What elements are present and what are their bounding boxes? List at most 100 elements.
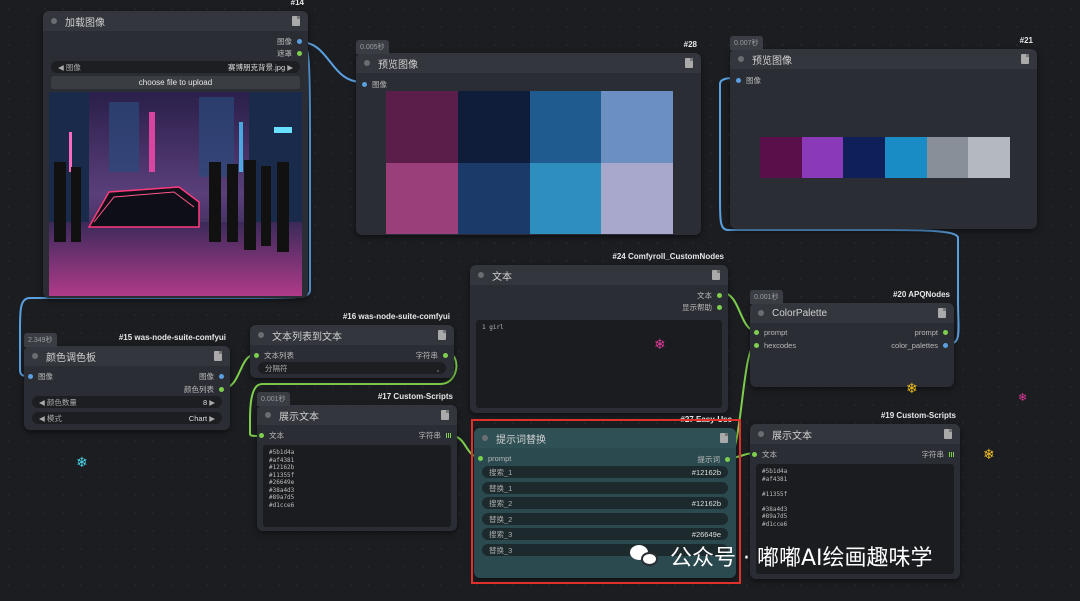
input-text[interactable]: 文本: [259, 430, 284, 441]
output-pin[interactable]: [219, 387, 224, 392]
node-title-bar[interactable]: 文本列表到文本: [250, 325, 454, 345]
output-pin[interactable]: [717, 305, 722, 310]
color-count-stepper[interactable]: ◀ 颜色数量 8 ▶: [32, 396, 222, 408]
watermark-text: 公众号 · 嘟嘟AI绘画趣味学: [670, 546, 933, 571]
preview-image-node-21[interactable]: 0.007秒 #21 预览图像 图像: [730, 36, 1037, 229]
node-title-bar[interactable]: ColorPalette: [750, 303, 954, 323]
collapse-dot[interactable]: [32, 353, 38, 359]
color-palette-node-15[interactable]: 2.349秒 #15 was-node-suite-comfyui 颜色调色板 …: [24, 333, 230, 430]
load-image-node[interactable]: #14 加载图像 图像 遮罩 ◀ 图像 赛博朋克背景.jpg ▶ choose …: [43, 0, 308, 298]
image-select[interactable]: ◀ 图像 赛博朋克背景.jpg ▶: [51, 61, 300, 73]
color-swatch: [457, 162, 530, 234]
node-title: 展示文本: [279, 411, 319, 423]
color-swatch: [760, 137, 802, 178]
input-image[interactable]: 图像: [736, 75, 761, 86]
input-prompt[interactable]: prompt: [754, 328, 787, 337]
document-icon[interactable]: [441, 410, 449, 420]
output-color-list[interactable]: 颜色列表: [184, 384, 224, 395]
input-pin[interactable]: [28, 374, 33, 379]
node-title-bar[interactable]: 文本: [470, 265, 728, 285]
document-icon[interactable]: [938, 308, 946, 318]
input-pin[interactable]: [259, 433, 264, 438]
collapse-dot[interactable]: [265, 412, 271, 418]
output-string[interactable]: 字符串: [419, 430, 451, 441]
collapse-dot[interactable]: [478, 272, 484, 278]
output-pin[interactable]: [446, 433, 451, 438]
snowflake-icon: ❄: [654, 336, 666, 352]
document-icon[interactable]: [214, 351, 222, 361]
text-input-area[interactable]: 1 girl: [476, 320, 722, 408]
output-image[interactable]: 图像: [199, 371, 224, 382]
node-title-bar[interactable]: 颜色调色板: [24, 346, 230, 366]
node-title: 展示文本: [772, 430, 812, 442]
node-id: #24 Comfyroll_CustomNodes: [612, 252, 724, 261]
collapse-dot[interactable]: [738, 56, 744, 62]
mode-select[interactable]: ◀ 模式 Chart ▶: [32, 412, 222, 424]
exec-timer: 0.001秒: [257, 392, 290, 406]
input-text[interactable]: 文本: [752, 449, 777, 460]
node-id: #16 was-node-suite-comfyui: [342, 312, 450, 321]
input-image[interactable]: 图像: [362, 79, 387, 90]
output-pin[interactable]: [717, 293, 722, 298]
input-pin[interactable]: [754, 343, 759, 348]
input-pin[interactable]: [752, 452, 757, 457]
output-pin[interactable]: [219, 374, 224, 379]
show-text-node-17[interactable]: 0.001秒 #17 Custom-Scripts 展示文本 文本 字符串 #5…: [257, 392, 457, 531]
color-swatch: [968, 137, 1010, 178]
input-pin[interactable]: [254, 353, 259, 358]
output-pin[interactable]: [443, 353, 448, 358]
node-title-bar[interactable]: 预览图像: [730, 49, 1037, 69]
node-title-bar[interactable]: 加载图像: [43, 11, 308, 31]
output-string[interactable]: 字符串: [416, 350, 448, 361]
document-icon[interactable]: [1021, 54, 1029, 64]
output-mask[interactable]: 遮罩: [277, 48, 302, 59]
output-pin[interactable]: [943, 343, 948, 348]
text-node-24[interactable]: #24 Comfyroll_CustomNodes 文本 文本 显示帮助 1 g…: [470, 252, 728, 413]
input-text-list[interactable]: 文本列表: [254, 350, 294, 361]
input-pin[interactable]: [736, 78, 741, 83]
output-string[interactable]: 字符串: [922, 449, 954, 460]
color-swatch: [529, 162, 602, 234]
input-hexcodes[interactable]: hexcodes: [754, 341, 796, 350]
text-display: #5b1d4a #af4381 #12162b #11355f #26649e …: [263, 445, 451, 527]
output-image[interactable]: 图像: [277, 36, 302, 47]
text-list-to-text-node-16[interactable]: #16 was-node-suite-comfyui 文本列表到文本 文本列表 …: [250, 312, 454, 378]
output-show-help[interactable]: 显示帮助: [682, 302, 722, 313]
color-swatch: [926, 137, 969, 178]
node-id: #20 APQNodes: [892, 290, 950, 299]
document-icon[interactable]: [712, 270, 720, 280]
document-icon[interactable]: [292, 16, 300, 26]
wechat-icon: [630, 543, 660, 569]
output-text[interactable]: 文本: [697, 290, 722, 301]
upload-button[interactable]: choose file to upload: [51, 76, 300, 89]
color-swatch: [601, 91, 673, 163]
output-prompt[interactable]: prompt: [915, 328, 948, 337]
output-color-palettes[interactable]: color_palettes: [891, 341, 948, 350]
color-swatch: [529, 91, 602, 163]
collapse-dot[interactable]: [258, 332, 264, 338]
input-image[interactable]: 图像: [28, 371, 53, 382]
preview-image-node-28[interactable]: 0.005秒 #28 预览图像 图像: [356, 40, 701, 235]
arrow-right-icon[interactable]: ▶: [287, 63, 293, 72]
collapse-dot[interactable]: [364, 60, 370, 66]
output-pin[interactable]: [297, 51, 302, 56]
node-title-bar[interactable]: 预览图像: [356, 53, 701, 73]
document-icon[interactable]: [438, 330, 446, 340]
output-pin[interactable]: [297, 39, 302, 44]
separator-field[interactable]: 分隔符 ,: [258, 362, 446, 374]
colorpalette-node-20[interactable]: 0.001秒 #20 APQNodes ColorPalette prompt …: [750, 290, 954, 387]
document-icon[interactable]: [685, 58, 693, 68]
output-pin[interactable]: [943, 330, 948, 335]
collapse-dot[interactable]: [758, 431, 764, 437]
input-pin[interactable]: [362, 82, 367, 87]
output-pin[interactable]: [949, 452, 954, 457]
document-icon[interactable]: [944, 429, 952, 439]
color-swatch: [601, 162, 673, 234]
node-title-bar[interactable]: 展示文本: [750, 424, 960, 444]
arrow-left-icon[interactable]: ◀ 图像: [58, 62, 81, 73]
collapse-dot[interactable]: [51, 18, 57, 24]
node-title-bar[interactable]: 展示文本: [257, 405, 457, 425]
collapse-dot[interactable]: [758, 310, 764, 316]
input-pin[interactable]: [754, 330, 759, 335]
node-title: 预览图像: [378, 59, 418, 71]
